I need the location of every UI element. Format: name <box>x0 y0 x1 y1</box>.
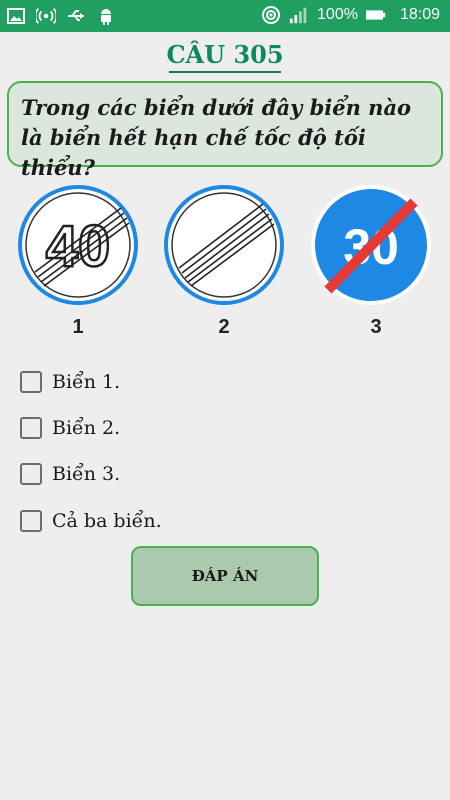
option-1[interactable]: Biển 1. <box>20 367 120 397</box>
option-4[interactable]: Cả ba biển. <box>20 506 162 536</box>
hotspot-icon <box>36 6 56 26</box>
battery-percent: 100% <box>317 6 358 23</box>
option-1-label: Biển 1. <box>52 371 121 393</box>
status-bar-notifications <box>6 6 116 26</box>
sign-1-number: 1 <box>72 316 84 338</box>
option-1-checkbox[interactable] <box>20 371 42 393</box>
image-icon <box>6 6 26 26</box>
sign-3-end-minimum-speed-30-icon[interactable]: 30 <box>310 184 432 306</box>
option-3[interactable]: Biển 3. <box>20 459 120 489</box>
android-icon <box>96 6 116 26</box>
option-4-checkbox[interactable] <box>20 510 42 532</box>
title-underline <box>169 71 281 73</box>
option-3-checkbox[interactable] <box>20 463 42 485</box>
sign-2-number: 2 <box>218 316 230 338</box>
status-bar-system: 100% 18:09 <box>261 5 440 25</box>
usb-icon <box>66 6 86 26</box>
option-2-checkbox[interactable] <box>20 417 42 439</box>
option-3-label: Biển 3. <box>52 463 121 485</box>
wifi-icon <box>261 5 281 25</box>
question-text: Trong các biển dưới đây biển nào là biển… <box>7 81 443 180</box>
option-2-label: Biển 2. <box>52 417 121 439</box>
show-answer-button[interactable]: ĐÁP ÁN <box>131 546 319 606</box>
option-2[interactable]: Biển 2. <box>20 413 120 443</box>
sign-3-number: 3 <box>370 316 382 338</box>
status-bar: 100% 18:09 <box>0 0 450 32</box>
option-4-label: Cả ba biển. <box>52 510 162 532</box>
question-number: CÂU 305 <box>166 40 284 69</box>
battery-icon <box>365 5 386 25</box>
sign-2-end-all-restrictions-icon[interactable] <box>163 184 285 306</box>
signal-icon <box>289 5 309 25</box>
clock: 18:09 <box>399 6 440 23</box>
sign-1-end-speed-limit-40-icon[interactable]: 40 <box>17 184 139 306</box>
